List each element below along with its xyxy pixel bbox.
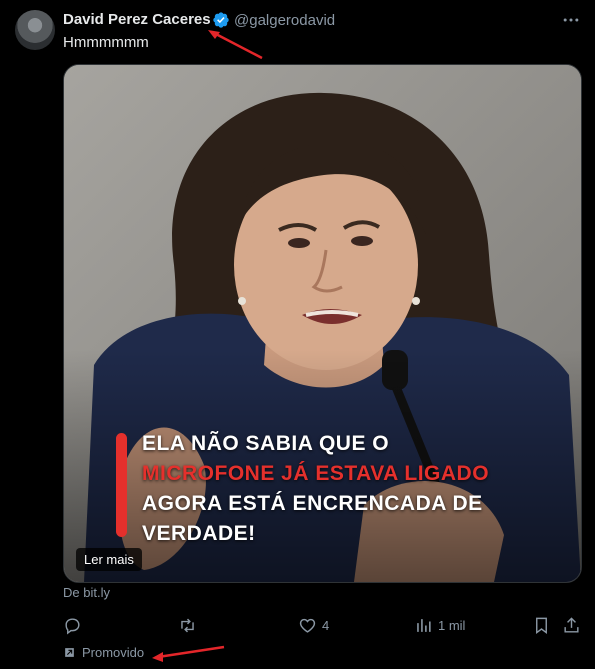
read-more-button[interactable]: Ler mais — [76, 548, 142, 571]
card-headline: ELA NÃO SABIA QUE O MICROFONE JÁ ESTAVA … — [142, 429, 489, 549]
promoted-label: Promovido — [63, 645, 144, 660]
tweet-text: Hmmmmmm — [63, 34, 149, 51]
headline-accent-bar — [116, 433, 127, 537]
bookmark-icon — [536, 617, 547, 634]
annotation-arrow-top — [208, 30, 263, 60]
like-icon — [299, 618, 316, 633]
author-name[interactable]: David Perez Caceres — [63, 11, 211, 28]
bookmark-button[interactable] — [532, 614, 551, 636]
share-icon — [564, 616, 579, 633]
retweet-icon — [181, 618, 194, 632]
like-count: 4 — [322, 617, 330, 633]
like-button[interactable]: 4 — [298, 614, 329, 636]
retweet-button[interactable] — [178, 614, 197, 636]
headline-line-4: VERDADE! — [142, 522, 256, 545]
promoted-icon — [64, 647, 75, 658]
card-source[interactable]: De bit.ly — [63, 585, 110, 600]
views-button[interactable]: 1 mil — [414, 614, 465, 636]
headline-line-1: ELA NÃO SABIA QUE O — [142, 432, 390, 455]
share-button[interactable] — [562, 614, 581, 636]
views-icon — [417, 618, 431, 632]
avatar[interactable] — [15, 10, 55, 50]
headline-line-3: AGORA ESTÁ ENCRENCADA DE — [142, 492, 483, 515]
reply-button[interactable] — [63, 614, 82, 636]
more-options-icon[interactable] — [561, 10, 581, 30]
headline-line-2: MICROFONE JÁ ESTAVA LIGADO — [142, 462, 490, 485]
annotation-arrow-bottom — [152, 645, 225, 662]
link-card[interactable]: ELA NÃO SABIA QUE O MICROFONE JÁ ESTAVA … — [63, 64, 582, 583]
reply-icon — [65, 617, 80, 634]
promoted-text: Promovido — [82, 645, 145, 660]
view-count: 1 mil — [438, 617, 466, 633]
